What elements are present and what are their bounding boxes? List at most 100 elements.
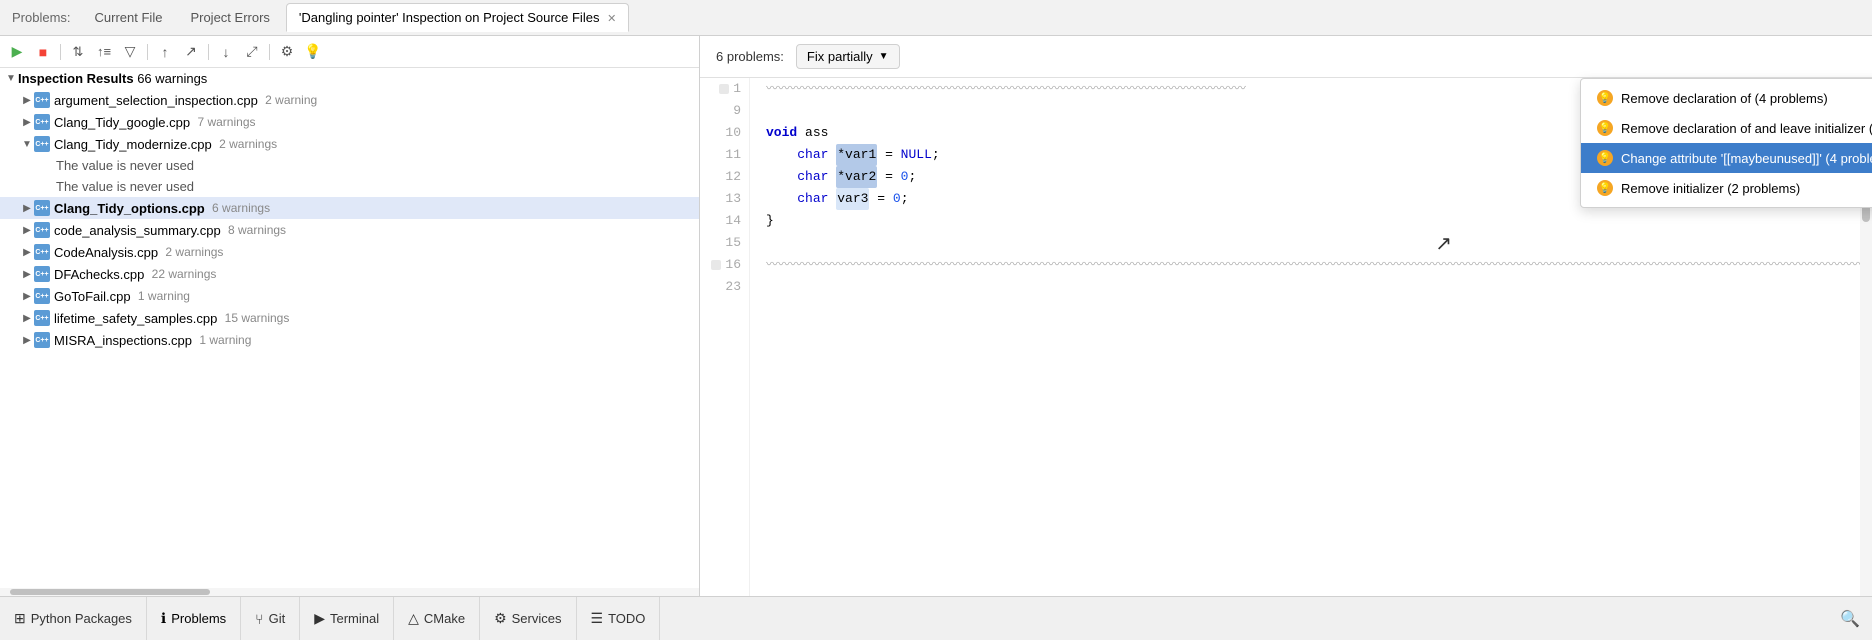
h-scrollbar[interactable] bbox=[0, 588, 699, 596]
toolbar: ▶ ■ ⇅ ↑≡ ▽ ↑ ↗ ↓ ⤢ ⚙ 💡 bbox=[0, 36, 699, 68]
sort-button[interactable]: ⇅ bbox=[67, 41, 89, 63]
tree-item-6[interactable]: ▶ C++ DFAchecks.cpp 22 warnings bbox=[0, 263, 699, 285]
python-packages-icon: ⊞ bbox=[14, 610, 26, 627]
tree-item-8[interactable]: ▶ C++ lifetime_safety_samples.cpp 15 war… bbox=[0, 307, 699, 329]
fix-button-label: Fix partially bbox=[807, 49, 873, 64]
status-todo[interactable]: ☰ TODO bbox=[577, 597, 661, 640]
right-panel: 6 problems: Fix partially ▼ 💡 Remove dec… bbox=[700, 36, 1872, 596]
tree-item-9[interactable]: ▶ C++ MISRA_inspections.cpp 1 warning bbox=[0, 329, 699, 351]
item9-name: MISRA_inspections.cpp bbox=[54, 333, 192, 348]
cpp-icon: C++ bbox=[34, 310, 50, 326]
tab-close-icon[interactable]: ✕ bbox=[607, 13, 616, 25]
cpp-icon: C++ bbox=[34, 200, 50, 216]
status-git[interactable]: ⑂ Git bbox=[241, 597, 300, 640]
bulb-icon-2: 💡 bbox=[1597, 150, 1613, 166]
tree-item-2-child-1[interactable]: The value is never used bbox=[0, 176, 699, 197]
code-line-14: } bbox=[766, 210, 1856, 232]
item6-name: DFAchecks.cpp bbox=[54, 267, 144, 282]
status-problems[interactable]: ℹ Problems bbox=[147, 597, 241, 640]
run-button[interactable]: ▶ bbox=[6, 41, 28, 63]
item9-expand-icon: ▶ bbox=[20, 335, 34, 346]
tree-item-4[interactable]: ▶ C++ code_analysis_summary.cpp 8 warnin… bbox=[0, 219, 699, 241]
item7-expand-icon: ▶ bbox=[20, 291, 34, 302]
stop-button[interactable]: ■ bbox=[32, 41, 54, 63]
cmake-label: CMake bbox=[424, 611, 465, 626]
item5-expand-icon: ▶ bbox=[20, 247, 34, 258]
bulb-icon-1: 💡 bbox=[1597, 120, 1613, 136]
item7-name: GoToFail.cpp bbox=[54, 289, 131, 304]
item0-count: 2 warning bbox=[262, 93, 317, 107]
code-header: 6 problems: Fix partially ▼ bbox=[700, 36, 1872, 78]
problems-label: Problems: bbox=[8, 10, 75, 25]
dropdown-item-2[interactable]: 💡 Change attribute '[[maybeunused]]' (4 … bbox=[1581, 143, 1872, 173]
tab-inspection[interactable]: 'Dangling pointer' Inspection on Project… bbox=[286, 3, 629, 32]
python-packages-label: Python Packages bbox=[31, 611, 132, 626]
arrow-up-button[interactable]: ↑ bbox=[154, 41, 176, 63]
line-16: 16 bbox=[708, 254, 741, 276]
dropdown-item-2-label: Change attribute '[[maybeunused]]' (4 pr… bbox=[1621, 151, 1872, 166]
services-label: Services bbox=[512, 611, 562, 626]
item3-expand-icon: ▶ bbox=[20, 203, 34, 214]
bulb-icon-3: 💡 bbox=[1597, 180, 1613, 196]
problems-count-label: 6 problems: bbox=[716, 49, 784, 64]
item8-name: lifetime_safety_samples.cpp bbox=[54, 311, 217, 326]
main-content: ▶ ■ ⇅ ↑≡ ▽ ↑ ↗ ↓ ⤢ ⚙ 💡 ▼ Inspection Resu… bbox=[0, 36, 1872, 596]
child0-label: The value is never used bbox=[56, 158, 194, 173]
tree-root[interactable]: ▼ Inspection Results 66 warnings bbox=[0, 68, 699, 89]
problems-status-label: Problems bbox=[171, 611, 226, 626]
code-line-15 bbox=[766, 232, 1856, 254]
tree-item-3[interactable]: ▶ C++ Clang_Tidy_options.cpp 6 warnings bbox=[0, 197, 699, 219]
filter-button[interactable]: ▽ bbox=[119, 41, 141, 63]
line-marker-16[interactable] bbox=[711, 260, 721, 270]
search-button[interactable]: 🔍 bbox=[1840, 609, 1860, 629]
dropdown-item-0-label: Remove declaration of (4 problems) bbox=[1621, 91, 1828, 106]
status-terminal[interactable]: ▶ Terminal bbox=[300, 597, 394, 640]
tree-item-5[interactable]: ▶ C++ CodeAnalysis.cpp 2 warnings bbox=[0, 241, 699, 263]
tree-item-7[interactable]: ▶ C++ GoToFail.cpp 1 warning bbox=[0, 285, 699, 307]
h-scrollbar-thumb[interactable] bbox=[10, 589, 210, 595]
dropdown-item-3[interactable]: 💡 Remove initializer (2 problems) bbox=[1581, 173, 1872, 203]
tree-item-2-child-0[interactable]: The value is never used bbox=[0, 155, 699, 176]
export-button[interactable]: ↗ bbox=[180, 41, 202, 63]
item5-count: 2 warnings bbox=[162, 245, 223, 259]
cpp-icon: C++ bbox=[34, 222, 50, 238]
tree-container[interactable]: ▼ Inspection Results 66 warnings ▶ C++ a… bbox=[0, 68, 699, 588]
settings-button[interactable]: ⚙ bbox=[276, 41, 298, 63]
tab-project-errors[interactable]: Project Errors bbox=[178, 4, 281, 31]
status-cmake[interactable]: △ CMake bbox=[394, 597, 480, 640]
separator3 bbox=[208, 44, 209, 60]
item1-expand-icon: ▶ bbox=[20, 117, 34, 128]
item0-expand-icon: ▶ bbox=[20, 95, 34, 106]
item1-name: Clang_Tidy_google.cpp bbox=[54, 115, 190, 130]
cpp-icon: C++ bbox=[34, 244, 50, 260]
code-line-23 bbox=[766, 276, 1856, 298]
cpp-icon: C++ bbox=[34, 332, 50, 348]
status-right: 🔍 bbox=[1828, 609, 1872, 629]
tree-item-1[interactable]: ▶ C++ Clang_Tidy_google.cpp 7 warnings bbox=[0, 111, 699, 133]
bulb-button[interactable]: 💡 bbox=[302, 41, 324, 63]
terminal-label: Terminal bbox=[330, 611, 379, 626]
line-marker-1[interactable] bbox=[719, 84, 729, 94]
root-count: 66 warnings bbox=[134, 71, 208, 86]
item7-count: 1 warning bbox=[135, 289, 190, 303]
root-collapse-icon: ▼ bbox=[4, 73, 18, 84]
arrow-down-button[interactable]: ↓ bbox=[215, 41, 237, 63]
dropdown-item-0[interactable]: 💡 Remove declaration of (4 problems) bbox=[1581, 83, 1872, 113]
cpp-icon: C++ bbox=[34, 266, 50, 282]
filter-up-button[interactable]: ↑≡ bbox=[93, 41, 115, 63]
code-line-16: 〰〰〰〰〰〰〰〰〰〰〰〰〰〰〰〰〰〰〰〰〰〰〰〰〰〰〰〰〰〰〰〰〰〰〰〰〰〰〰〰… bbox=[766, 254, 1856, 276]
item6-count: 22 warnings bbox=[148, 267, 216, 281]
tab-current-file[interactable]: Current File bbox=[83, 4, 175, 31]
services-icon: ⚙ bbox=[494, 610, 507, 627]
fix-partially-button[interactable]: Fix partially ▼ bbox=[796, 44, 900, 69]
status-services[interactable]: ⚙ Services bbox=[480, 597, 576, 640]
expand-button[interactable]: ⤢ bbox=[241, 41, 263, 63]
dropdown-arrow-icon: ▼ bbox=[879, 51, 889, 62]
item9-count: 1 warning bbox=[196, 333, 251, 347]
dropdown-item-1[interactable]: 💡 Remove declaration of and leave initia… bbox=[1581, 113, 1872, 143]
status-python-packages[interactable]: ⊞ Python Packages bbox=[0, 597, 147, 640]
tree-item-2[interactable]: ▼ C++ Clang_Tidy_modernize.cpp 2 warning… bbox=[0, 133, 699, 155]
tree-item-0[interactable]: ▶ C++ argument_selection_inspection.cpp … bbox=[0, 89, 699, 111]
item6-expand-icon: ▶ bbox=[20, 269, 34, 280]
dropdown-menu: 💡 Remove declaration of (4 problems) 💡 R… bbox=[1580, 78, 1872, 208]
